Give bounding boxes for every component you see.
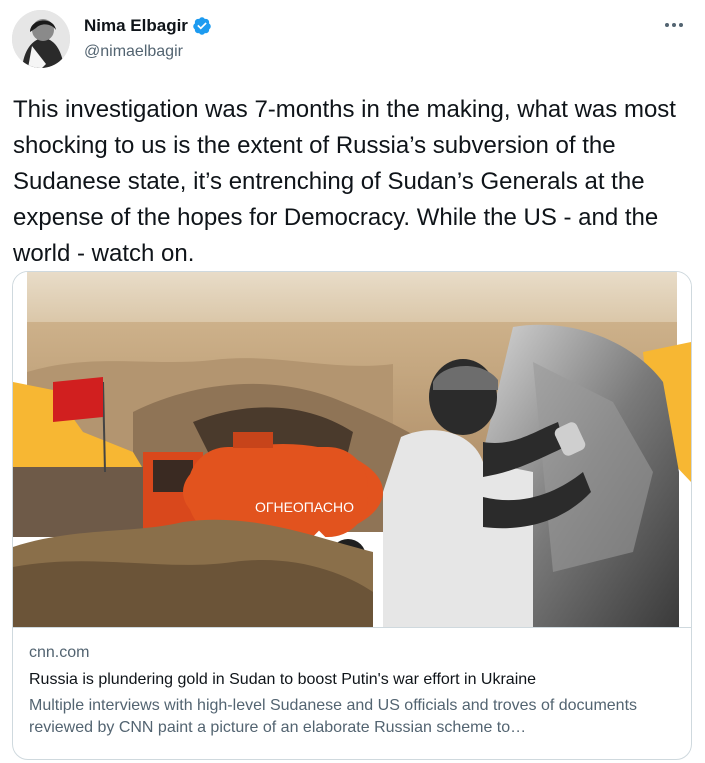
- link-card[interactable]: ОГНЕОПАСНО cnn.com Russia is plundering …: [12, 271, 692, 760]
- avatar[interactable]: [12, 10, 70, 68]
- tweet-text: This investigation was 7-months in the m…: [13, 96, 676, 267]
- tweet: Nima Elbagir @nimaelbagir This investiga…: [0, 0, 705, 763]
- card-description: Multiple interviews with high-level Suda…: [29, 697, 638, 736]
- more-button[interactable]: [661, 12, 687, 38]
- card-image[interactable]: ОГНЕОПАСНО: [13, 272, 691, 627]
- card-body[interactable]: cnn.com Russia is plundering gold in Sud…: [13, 627, 691, 759]
- author-name[interactable]: Nima Elbagir: [84, 16, 188, 36]
- verified-badge-icon: [193, 17, 211, 35]
- truck-label: ОГНЕОПАСНО: [255, 499, 354, 515]
- author-handle[interactable]: @nimaelbagir: [84, 43, 183, 61]
- card-domain: cnn.com: [29, 644, 90, 661]
- author-name-row[interactable]: Nima Elbagir: [84, 16, 212, 36]
- card-title: Russia is plundering gold in Sudan to bo…: [29, 671, 537, 688]
- avatar-photo: [12, 10, 70, 68]
- more-horizontal-icon: [665, 23, 683, 27]
